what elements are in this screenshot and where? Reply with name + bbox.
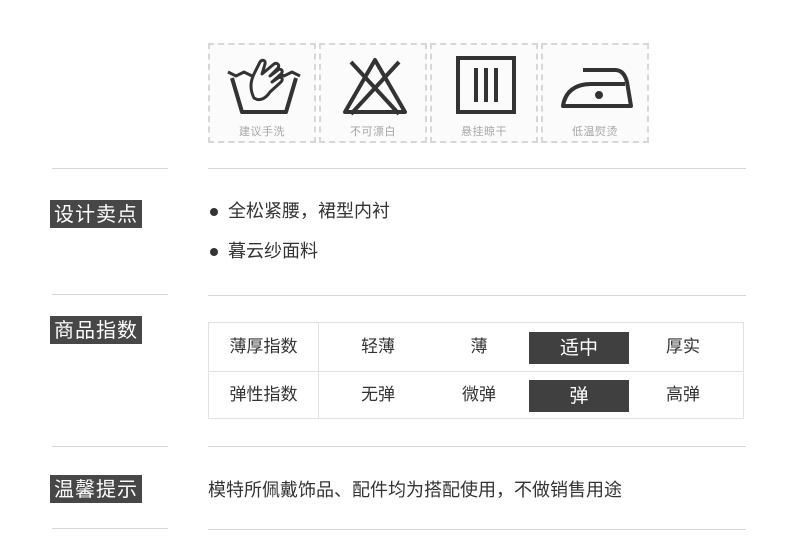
care-label-low-iron: 低温熨烫 bbox=[572, 125, 618, 138]
section-label-selling-points: 设计卖点 bbox=[50, 200, 142, 228]
thickness-option-selected: 适中 bbox=[529, 332, 629, 364]
list-item: 暮云纱面料 bbox=[210, 238, 390, 266]
elasticity-option: 高弹 bbox=[666, 385, 700, 405]
table-row-elasticity: 弹性指数 无弹 微弹 弹 高弹 bbox=[209, 371, 743, 419]
care-instructions: 建议手洗 不可漂白 悬挂晾干 低温熨烫 bbox=[208, 43, 652, 145]
row-header: 弹性指数 bbox=[209, 371, 319, 419]
care-item-hand-wash: 建议手洗 bbox=[208, 43, 316, 143]
elasticity-option: 无弹 bbox=[361, 385, 395, 405]
selling-point-text: 全松紧腰，裙型内衬 bbox=[228, 201, 390, 222]
low-iron-icon bbox=[561, 68, 633, 108]
divider bbox=[52, 294, 168, 295]
care-label-hand-wash: 建议手洗 bbox=[239, 125, 285, 138]
care-label-line-dry: 悬挂晾干 bbox=[461, 125, 507, 138]
selling-point-text: 暮云纱面料 bbox=[228, 241, 318, 262]
bullet-icon bbox=[210, 208, 218, 216]
table-row-thickness: 薄厚指数 轻薄 薄 适中 厚实 bbox=[209, 323, 743, 372]
divider bbox=[208, 168, 746, 169]
thickness-option: 厚实 bbox=[666, 337, 700, 357]
divider bbox=[208, 446, 746, 447]
selling-points-list: 全松紧腰，裙型内衬 暮云纱面料 bbox=[210, 198, 390, 278]
divider bbox=[52, 446, 168, 447]
divider bbox=[52, 168, 168, 169]
divider bbox=[52, 528, 168, 529]
do-not-bleach-icon bbox=[343, 58, 407, 116]
notice-text: 模特所佩戴饰品、配件均为搭配使用，不做销售用途 bbox=[208, 480, 622, 501]
list-item: 全松紧腰，裙型内衬 bbox=[210, 198, 390, 226]
elasticity-option-selected: 弹 bbox=[529, 380, 629, 412]
section-label-product-index: 商品指数 bbox=[50, 316, 142, 344]
divider bbox=[208, 529, 746, 530]
divider bbox=[208, 295, 746, 296]
hand-wash-icon bbox=[227, 58, 301, 114]
care-label-no-bleach: 不可漂白 bbox=[350, 125, 396, 138]
bullet-icon bbox=[210, 248, 218, 256]
care-item-line-dry: 悬挂晾干 bbox=[430, 43, 538, 143]
thickness-option: 薄 bbox=[470, 337, 488, 357]
care-item-low-iron: 低温熨烫 bbox=[541, 43, 649, 143]
thickness-option: 轻薄 bbox=[361, 337, 395, 357]
product-index-table: 薄厚指数 轻薄 薄 适中 厚实 弹性指数 无弹 微弹 弹 高弹 bbox=[208, 322, 744, 419]
section-label-notice: 温馨提示 bbox=[50, 475, 142, 503]
care-item-no-bleach: 不可漂白 bbox=[319, 43, 427, 143]
elasticity-option: 微弹 bbox=[462, 385, 496, 405]
row-header: 薄厚指数 bbox=[209, 323, 319, 371]
line-dry-icon bbox=[456, 56, 516, 114]
